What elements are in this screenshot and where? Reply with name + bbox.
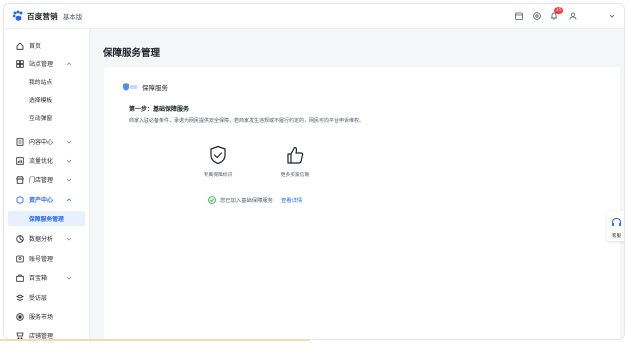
document-icon [16,137,24,146]
guarantee-card: 保障服务 第一步：基础保障服务 商家入驻必备条件，承诺为网民提供安全保障，若商家… [104,67,620,339]
sidebar-item-label: 首页 [29,43,42,50]
chevron-down-icon [66,178,72,182]
chart-icon [16,156,24,165]
headset-icon [612,217,621,226]
sidebar-item-label: 资产中心 [29,197,54,204]
sidebar: 首页 站点管理 我的站点 选择模板 互动弹窗 内容中心 流量优化 门店管理 资产… [4,29,90,339]
sidebar-item-label: 保障服务管理 [29,217,64,223]
chevron-down-icon [66,276,72,280]
layer-icon [16,294,24,301]
sidebar-item-data-analysis[interactable]: 数据分析 [4,230,90,247]
notification-badge: 35 [554,7,563,14]
sidebar-item-label: 数据分析 [29,236,54,243]
status-line: 您已加入基础保障服务 查看详情 [208,196,302,204]
calendar-icon[interactable] [514,11,524,21]
sidebar-item-label: 内容中心 [29,139,54,146]
logo[interactable]: 百度营销 基本版 [12,10,82,22]
settings-icon[interactable] [532,11,542,21]
sidebar-item-label: 门店管理 [29,177,54,184]
sidebar-item-home[interactable]: 首页 [4,37,90,54]
customer-service-label: 客服 [612,234,621,239]
user-icon[interactable] [568,11,578,21]
top-bar: 百度营销 基本版 35 [4,4,624,29]
check-circle-icon [208,196,216,204]
horizontal-scrollbar[interactable] [0,339,310,341]
feature-label: 更多买家信赖 [280,173,310,178]
sidebar-item-my-sites[interactable]: 我的站点 [4,73,90,90]
view-details-link[interactable]: 查看详情 [281,196,302,204]
app-window: 百度营销 基本版 35 首页 站点管理 我的站点 选择模板 互动弹窗 内容中心 … [3,3,625,340]
asset-icon [16,195,24,204]
shield-check-icon [210,145,226,165]
sidebar-item-traffic-optimization[interactable]: 流量优化 [4,152,90,169]
account-icon [16,255,24,262]
store-icon [16,175,24,184]
edition-label: 基本版 [62,13,83,21]
sidebar-item-site-management[interactable]: 站点管理 [4,55,90,72]
sidebar-item-label: 站点管理 [29,61,54,68]
sidebar-item-label: 我的站点 [29,80,53,86]
sidebar-item-select-template[interactable]: 选择模板 [4,91,90,108]
sidebar-item-label: 账号管理 [29,256,54,263]
sidebar-item-label: 服务市场 [29,314,54,321]
page-title: 保障服务管理 [103,48,161,59]
chevron-down-icon [66,159,72,163]
customer-service-button[interactable]: 客服 [607,211,624,241]
grid-icon [16,59,24,68]
sidebar-item-interactive-popup[interactable]: 互动弹窗 [4,109,90,126]
chevron-down-icon[interactable] [607,11,617,21]
chevron-down-icon [66,237,72,241]
sidebar-item-label: 流量优化 [29,158,54,165]
feature-label: 专属保障标识 [203,173,233,178]
toolbox-icon [16,274,24,282]
card-header: 保障服务 [122,82,168,92]
brand-name: 百度营销 [27,11,58,21]
chevron-down-icon [66,140,72,144]
market-icon [16,312,24,321]
step-description: 商家入驻必备条件，承诺为网民提供安全保障，若商家发生违规或不履行约定的，网民可向… [129,118,365,124]
sidebar-item-visited-layer[interactable]: 受访层 [4,289,90,306]
bell-icon[interactable]: 35 [549,7,563,21]
chevron-up-icon [66,61,72,65]
card-title: 保障服务 [142,84,168,92]
analytics-icon [16,234,24,243]
sidebar-item-label: 互动弹窗 [29,116,53,122]
feature-buyer-trust: 更多买家信赖 [265,145,325,178]
sidebar-item-toolbox[interactable]: 百宝箱 [4,269,90,286]
sidebar-item-asset-center[interactable]: 资产中心 [4,191,90,208]
chevron-up-icon [66,197,72,201]
sidebar-item-label: 百宝箱 [29,275,48,282]
sidebar-item-store-management[interactable]: 门店管理 [4,171,90,188]
shield-badge-icon [122,83,138,91]
thumbs-up-icon [287,146,304,164]
sidebar-item-guarantee-service[interactable]: 保障服务管理 [4,210,90,227]
sidebar-item-content-center[interactable]: 内容中心 [4,133,90,150]
sidebar-item-service-market[interactable]: 服务市场 [4,308,90,325]
step-title: 第一步：基础保障服务 [129,106,190,113]
sidebar-item-label: 选择模板 [29,98,53,104]
sidebar-item-label: 受访层 [29,295,48,302]
paw-logo-icon [12,10,23,21]
status-text: 您已加入基础保障服务 [220,198,273,204]
sidebar-item-account-management[interactable]: 账号管理 [4,250,90,267]
home-icon [16,41,24,50]
feature-exclusive-badge: 专属保障标识 [188,145,248,178]
